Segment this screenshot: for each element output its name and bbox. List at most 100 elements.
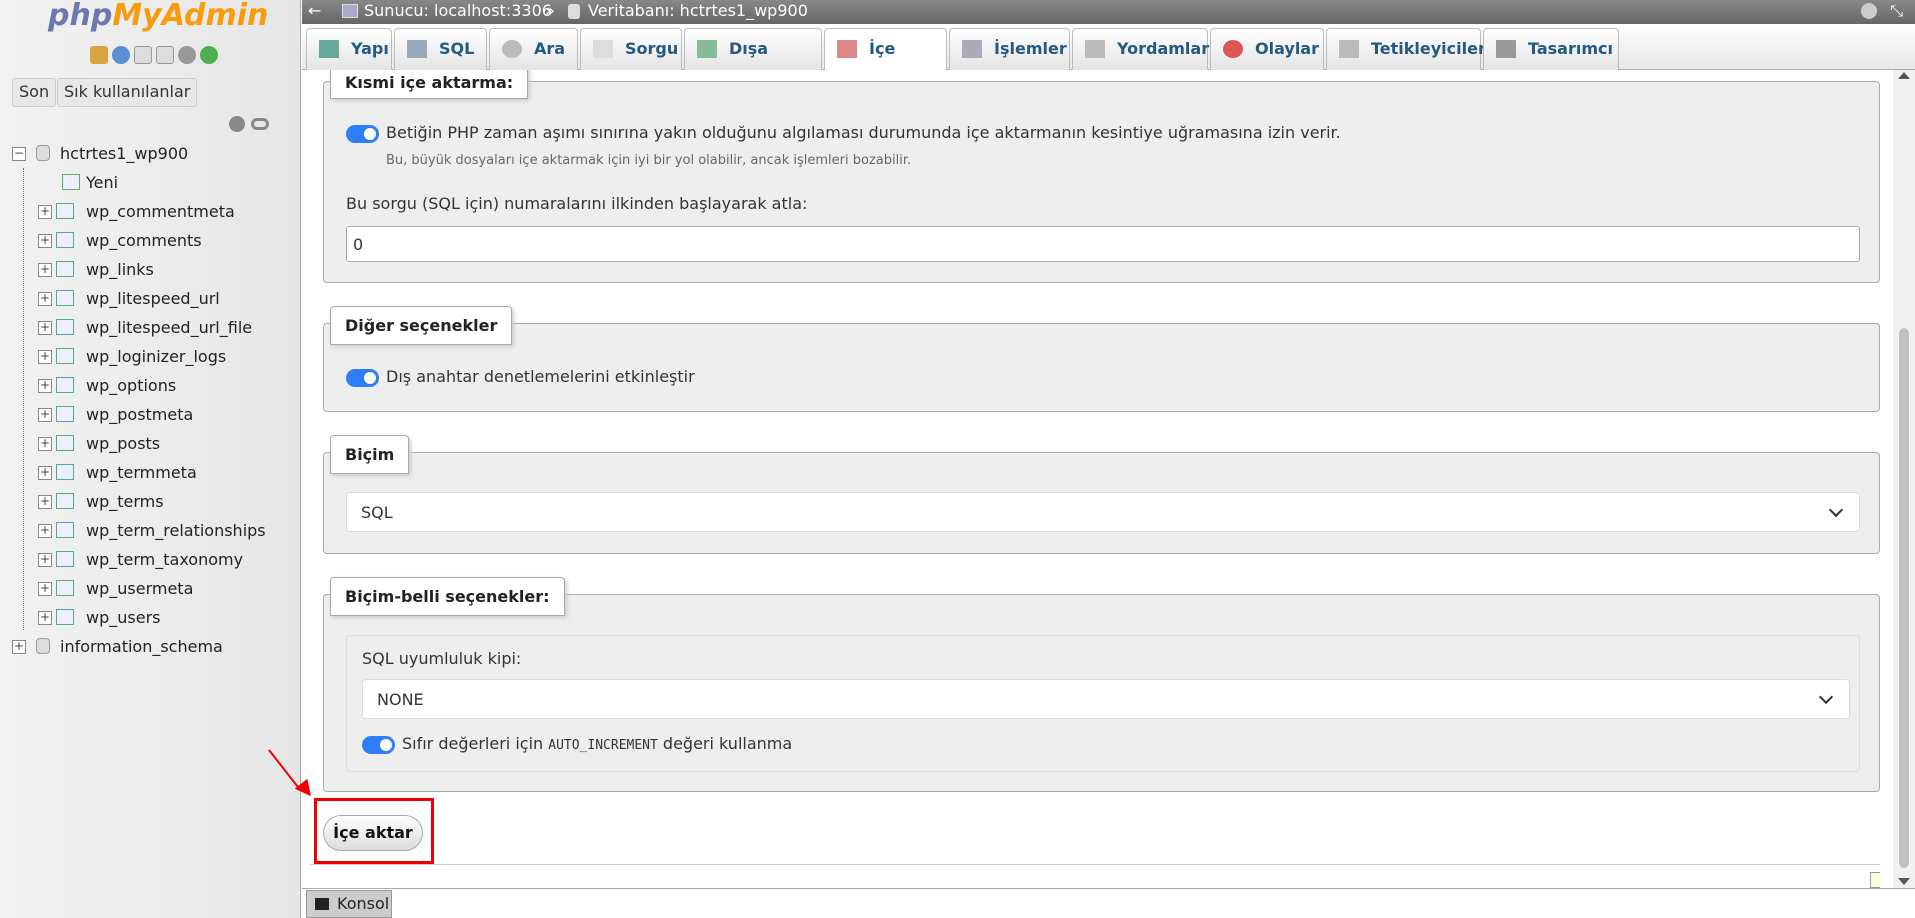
scrollbar-thumb[interactable] [1899, 328, 1909, 868]
table-name-label[interactable]: wp_term_relationships [86, 519, 266, 543]
tab-import[interactable]: İçe aktar [824, 28, 947, 98]
table-icon[interactable] [56, 464, 74, 480]
table-icon[interactable] [56, 261, 74, 277]
table-icon[interactable] [56, 232, 74, 248]
collapse-all-icon[interactable] [229, 116, 245, 132]
table-name-label[interactable]: wp_comments [86, 229, 202, 253]
table-name-label[interactable]: wp_commentmeta [86, 200, 235, 224]
help-icon[interactable] [112, 46, 130, 64]
tree-table-row[interactable]: + wp_usermeta [8, 576, 298, 605]
tab-sql[interactable]: SQL [394, 28, 487, 70]
tab-search[interactable]: Ara [489, 28, 578, 70]
tree-table-row[interactable]: + wp_users [8, 605, 298, 634]
no-auto-increment-zero-toggle[interactable] [362, 736, 395, 754]
tree-table-row[interactable]: + wp_termmeta [8, 460, 298, 489]
table-name-label[interactable]: wp_postmeta [86, 403, 193, 427]
expand-icon[interactable]: + [38, 524, 52, 538]
table-icon[interactable] [56, 493, 74, 509]
table-name-label[interactable]: wp_users [86, 606, 160, 630]
table-name-label[interactable]: wp_usermeta [86, 577, 193, 601]
expand-icon[interactable]: + [38, 408, 52, 422]
expand-icon[interactable]: + [38, 234, 52, 248]
recent-button[interactable]: Son [12, 78, 57, 107]
db-name-label[interactable]: hctrtes1_wp900 [60, 142, 188, 166]
table-name-label[interactable]: wp_terms [86, 490, 164, 514]
expand-icon[interactable]: + [38, 292, 52, 306]
breadcrumb-database[interactable]: Veritabanı: hctrtes1_wp900 [588, 0, 808, 22]
tab-triggers[interactable]: Tetikleyiciler [1326, 28, 1486, 70]
table-icon[interactable] [56, 580, 74, 596]
table-icon[interactable] [56, 290, 74, 306]
expand-icon[interactable]: + [38, 379, 52, 393]
expand-icon[interactable]: + [38, 466, 52, 480]
format-select[interactable]: SQL [346, 492, 1860, 532]
tab-events[interactable]: Olaylar [1210, 28, 1324, 70]
expand-icon[interactable]: + [38, 495, 52, 509]
expand-icon[interactable]: + [38, 205, 52, 219]
table-icon[interactable] [56, 551, 74, 567]
console-tab[interactable]: Konsol [306, 890, 392, 918]
scroll-up-icon[interactable] [1898, 72, 1910, 79]
expand-icon[interactable]: + [38, 437, 52, 451]
notes-icon[interactable] [1870, 872, 1880, 888]
table-name-label[interactable]: wp_options [86, 374, 176, 398]
table-icon[interactable] [56, 203, 74, 219]
compat-mode-select[interactable]: NONE [362, 679, 1850, 719]
expand-icon[interactable]: + [38, 321, 52, 335]
tree-table-row[interactable]: + wp_litespeed_url_file [8, 315, 298, 344]
table-name-label[interactable]: wp_term_taxonomy [86, 548, 243, 572]
expand-icon[interactable]: + [38, 553, 52, 567]
table-name-label[interactable]: wp_litespeed_url_file [86, 316, 252, 340]
tab-structure[interactable]: Yapı [306, 28, 392, 70]
scroll-down-icon[interactable] [1898, 878, 1910, 885]
tree-db-row[interactable]: − hctrtes1_wp900 [8, 141, 298, 170]
table-icon[interactable] [56, 348, 74, 364]
table-icon[interactable] [56, 522, 74, 538]
new-table-label[interactable]: Yeni [86, 171, 118, 195]
tab-operations[interactable]: İşlemler [949, 28, 1070, 70]
skip-queries-input[interactable]: 0 [346, 226, 1860, 262]
tab-query[interactable]: Sorgu [580, 28, 682, 70]
other-db-label[interactable]: information_schema [60, 635, 223, 659]
tree-table-row[interactable]: + wp_loginizer_logs [8, 344, 298, 373]
collapse-icon[interactable]: − [12, 147, 26, 161]
collapse-panel-icon[interactable]: ⤡ [1890, 0, 1903, 22]
expand-icon[interactable]: + [38, 263, 52, 277]
breadcrumb-server[interactable]: Sunucu: localhost:3306 [364, 0, 552, 22]
tab-routines[interactable]: Yordamlar [1072, 28, 1209, 70]
tree-table-row[interactable]: + wp_commentmeta [8, 199, 298, 228]
expand-icon[interactable]: + [38, 350, 52, 364]
table-icon[interactable] [56, 319, 74, 335]
tree-table-row[interactable]: + wp_comments [8, 228, 298, 257]
tree-new-row[interactable]: Yeni [8, 170, 298, 199]
settings-icon[interactable] [1861, 3, 1877, 19]
tree-table-row[interactable]: + wp_terms [8, 489, 298, 518]
table-icon[interactable] [56, 435, 74, 451]
tree-table-row[interactable]: + wp_term_taxonomy [8, 547, 298, 576]
tree-table-row[interactable]: + wp_posts [8, 431, 298, 460]
tree-table-row[interactable]: + wp_links [8, 257, 298, 286]
tab-designer[interactable]: Tasarımcı [1483, 28, 1619, 70]
table-name-label[interactable]: wp_loginizer_logs [86, 345, 226, 369]
tree-table-row[interactable]: + wp_postmeta [8, 402, 298, 431]
table-name-label[interactable]: wp_litespeed_url [86, 287, 220, 311]
table-icon[interactable] [56, 406, 74, 422]
table-name-label[interactable]: wp_termmeta [86, 461, 197, 485]
tree-table-row[interactable]: + wp_litespeed_url [8, 286, 298, 315]
reload-icon[interactable] [200, 46, 218, 64]
expand-icon[interactable]: + [38, 611, 52, 625]
copy-icon[interactable] [156, 46, 174, 64]
expand-icon[interactable]: + [12, 640, 26, 654]
link-icon[interactable] [251, 118, 269, 130]
tab-export[interactable]: Dışa aktar [684, 28, 822, 98]
docs-icon[interactable] [134, 46, 152, 64]
tree-table-row[interactable]: + wp_options [8, 373, 298, 402]
tree-other-db-row[interactable]: + information_schema [8, 634, 298, 663]
table-icon[interactable] [56, 609, 74, 625]
tree-table-row[interactable]: + wp_term_relationships [8, 518, 298, 547]
gear-icon[interactable] [178, 46, 196, 64]
table-icon[interactable] [56, 377, 74, 393]
home-icon[interactable] [90, 46, 108, 64]
favorites-button[interactable]: Sık kullanılanlar [57, 78, 198, 107]
foreign-key-checks-toggle[interactable] [346, 369, 379, 387]
